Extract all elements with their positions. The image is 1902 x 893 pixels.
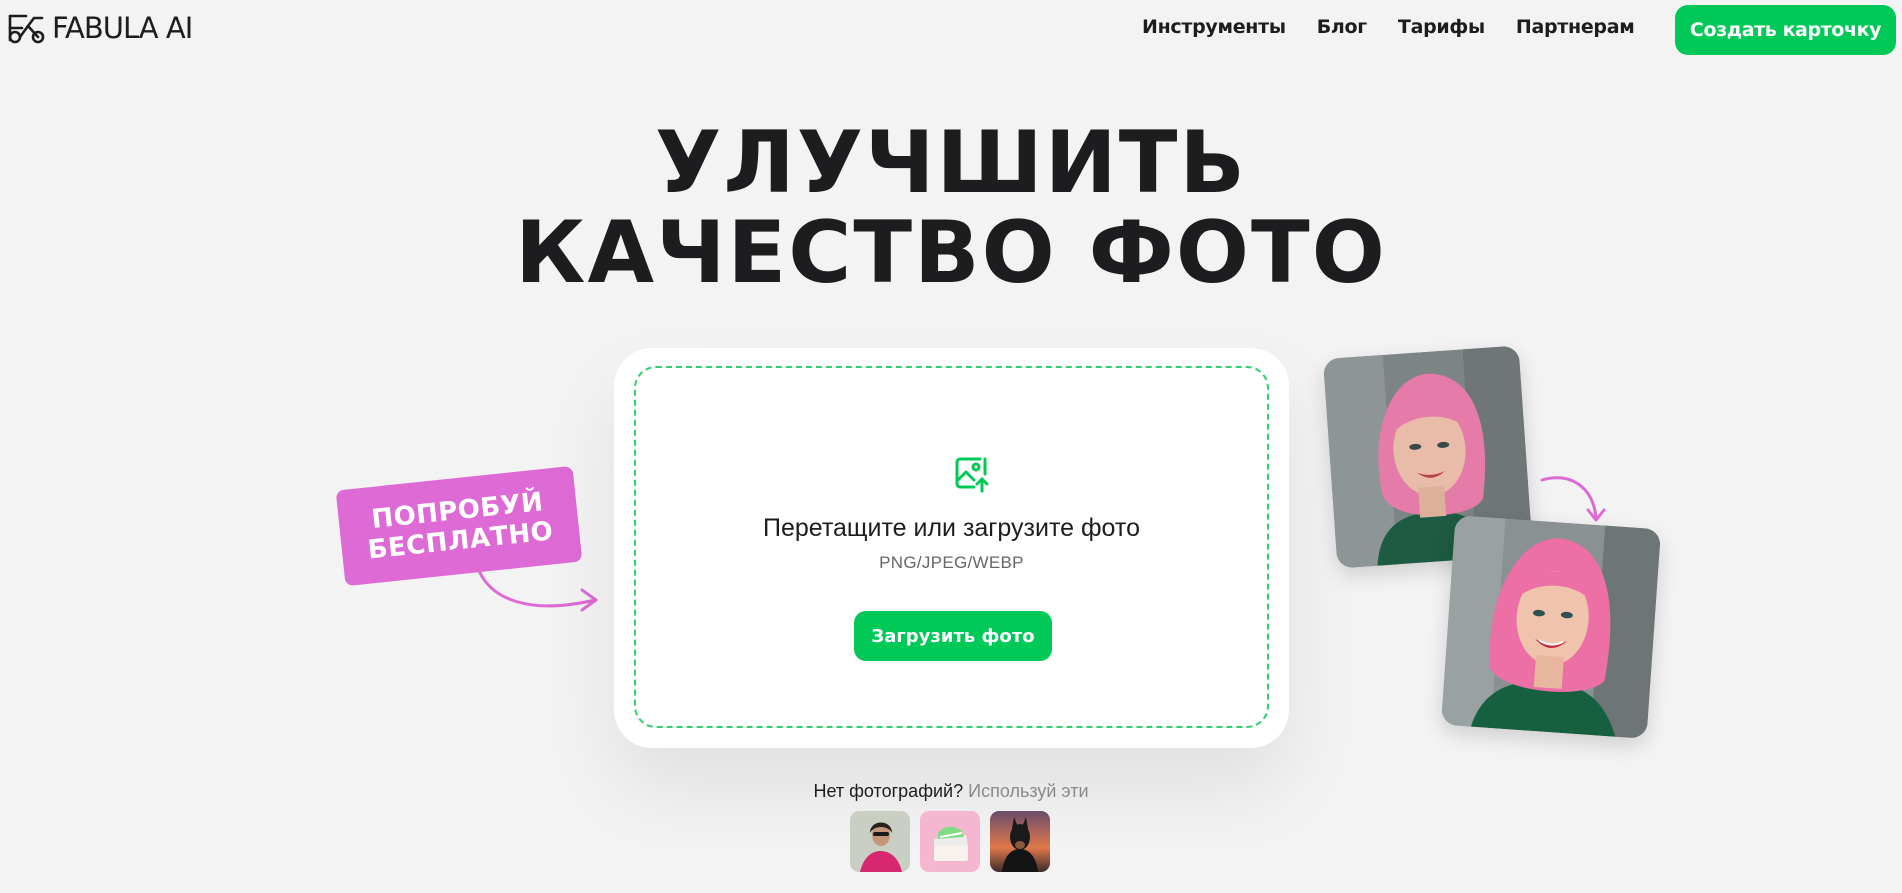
nav-item-tools[interactable]: Инструменты [1142,16,1286,38]
logo[interactable]: FABULA AI [6,10,193,46]
nav-item-pricing[interactable]: Тарифы [1398,16,1485,38]
sneakers-sample-image [920,811,980,872]
sample-thumb-woman[interactable] [850,811,910,872]
samples-caption: Нет фотографий? Используй эти [0,781,1902,802]
after-image [1440,515,1662,739]
samples-caption-link[interactable]: Используй эти [968,781,1088,801]
upload-card: Перетащите или загрузите фото PNG/JPEG/W… [614,348,1289,748]
curved-arrow-icon [476,566,598,612]
image-upload-icon [955,457,989,493]
title-line-1: УЛУЧШИТЬ [655,113,1247,213]
nav-item-partners[interactable]: Партнерам [1516,16,1635,38]
sample-thumb-sneakers[interactable] [920,811,980,872]
upload-photo-button[interactable]: Загрузить фото [854,611,1052,661]
upload-prompt: Перетащите или загрузите фото [763,514,1140,542]
woman-sample-image [850,811,910,872]
nav-item-blog[interactable]: Блог [1317,16,1367,38]
title-line-2: КАЧЕСТВО ФОТО [515,203,1387,303]
dog-sample-image [990,811,1050,872]
main-nav: Инструменты Блог Тарифы Партнерам [1142,16,1635,38]
logo-text: FABULA AI [52,11,193,45]
after-photo [1440,515,1662,739]
page-title: УЛУЧШИТЬ КАЧЕСТВО ФОТО [0,118,1902,298]
page: FABULA AI Инструменты Блог Тарифы Партне… [0,0,1902,893]
accepted-formats: PNG/JPEG/WEBP [879,553,1024,572]
sample-thumbnails [850,811,1050,872]
create-card-button[interactable]: Создать карточку [1675,5,1896,55]
samples-caption-main: Нет фотографий? [813,781,964,801]
dropzone[interactable]: Перетащите или загрузите фото PNG/JPEG/W… [634,366,1269,728]
logo-icon [8,14,45,44]
sample-thumb-dog[interactable] [990,811,1050,872]
